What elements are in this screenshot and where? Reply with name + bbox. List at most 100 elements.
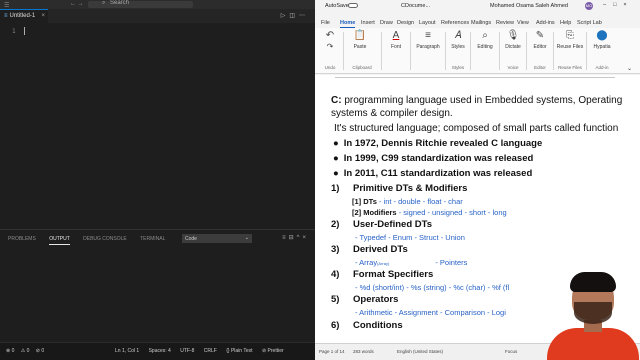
tab-review[interactable]: Review — [496, 20, 514, 26]
tab-layout[interactable]: Layout — [419, 20, 436, 26]
indentation[interactable]: Spaces: 4 — [149, 348, 171, 354]
language-mode[interactable]: {} Plain Text — [226, 348, 252, 354]
split-editor-icon[interactable]: ◫ — [289, 13, 299, 19]
tab-view[interactable]: View — [517, 20, 529, 26]
section-heading: 5) Operators — [331, 294, 398, 305]
ribbon-divider — [526, 32, 527, 70]
tab-insert[interactable]: Insert — [361, 20, 375, 26]
section-heading: 2) User-Defined DTs — [331, 219, 432, 230]
tab-file[interactable]: File — [321, 20, 330, 26]
section-title: Derived DTs — [353, 244, 408, 255]
hypatia-button[interactable]: ⬤ Hypatia Add-in — [588, 30, 616, 70]
window-controls: –□× — [603, 2, 634, 8]
line-number: 1 — [12, 28, 16, 35]
page-count[interactable]: Page 1 of 14 — [319, 349, 345, 354]
editor-button[interactable]: ✎ Editor Editor — [528, 30, 552, 70]
ports-indicator[interactable]: ⊘ 0 — [36, 348, 44, 354]
clipboard-group: Clipboard — [344, 30, 380, 70]
word-count[interactable]: 283 words — [353, 349, 374, 354]
editor-label: Editor — [533, 44, 547, 50]
panel-tabs: PROBLEMS OUTPUT DEBUG CONSOLE TERMINAL — [8, 236, 177, 245]
editing-button[interactable]: ⌕ Editing — [472, 30, 498, 50]
presenter-beard — [574, 302, 612, 324]
autosave-toggle[interactable] — [348, 3, 358, 8]
styles-button[interactable]: 𝐴 Styles Styles — [447, 30, 469, 70]
tab-add-ins[interactable]: Add-ins — [536, 20, 555, 26]
presenter-shirt — [547, 328, 639, 360]
intro-bold: C: — [331, 95, 342, 106]
minimize-icon[interactable]: – — [603, 2, 613, 8]
search-icon: ⌕ — [482, 30, 488, 41]
tab-output[interactable]: OUTPUT — [49, 236, 70, 245]
nav-arrows-icon[interactable]: ← → — [70, 1, 84, 7]
dictate-button[interactable]: 🎙 Dictate Voice — [501, 30, 525, 70]
prettier-status[interactable]: ⊘ Prettier — [262, 348, 284, 354]
paragraph-icon: ≡ — [425, 30, 431, 41]
section-heading: 4) Format Specifiers — [331, 269, 433, 280]
styles-icon: 𝐴 — [454, 30, 462, 41]
sub-line: [1] DTs - int - double - float - char — [352, 197, 463, 206]
reuse-files-button[interactable]: ⎘ Reuse Files Reuse Files — [555, 30, 585, 70]
section-heading: 1) Primitive DTs & Modifiers — [331, 183, 467, 194]
tab-help[interactable]: Help — [560, 20, 571, 26]
ribbon-divider — [499, 32, 500, 70]
maximize-window-icon[interactable]: □ — [613, 2, 623, 8]
undo-icon[interactable]: ↶ — [319, 30, 341, 42]
close-icon[interactable]: × — [41, 13, 45, 19]
tab-untitled-1[interactable]: ≡ Untitled-1 × — [0, 9, 48, 23]
font-button[interactable]: A Font — [383, 30, 409, 50]
tab-terminal[interactable]: TERMINAL — [140, 236, 165, 242]
tab-script-lab[interactable]: Script Lab — [577, 20, 602, 26]
tab-design[interactable]: Design — [397, 20, 414, 26]
sub-label: [1] DTs — [352, 197, 377, 206]
bullet-text: In 1972, Dennis Ritchie revealed C langu… — [343, 138, 543, 149]
avatar[interactable]: MO — [585, 2, 593, 10]
reuse-files-group-label: Reuse Files — [558, 65, 582, 70]
styles-group-label: Styles — [451, 65, 465, 70]
collapse-ribbon-icon[interactable]: ⌄ — [627, 65, 632, 72]
undo-group: ↶ ↷ Undo — [319, 30, 341, 70]
language-status[interactable]: English (United States) — [397, 349, 443, 354]
tab-draw[interactable]: Draw — [380, 20, 393, 26]
cursor-position[interactable]: Ln 1, Col 1 — [115, 348, 139, 354]
command-center-search[interactable]: ⌕ Search — [88, 0, 193, 8]
hypatia-label: Hypatia — [593, 44, 611, 50]
section-number: 2) — [331, 219, 340, 230]
close-panel-icon[interactable]: × — [302, 235, 309, 241]
tab-problems[interactable]: PROBLEMS — [8, 236, 36, 242]
tab-references[interactable]: References — [441, 20, 469, 26]
font-icon: A — [392, 30, 400, 41]
more-icon[interactable]: ⋯ — [299, 13, 309, 19]
section-title: Conditions — [353, 320, 403, 331]
document-title[interactable]: CDocume... — [401, 3, 430, 9]
warnings-indicator[interactable]: ⚠ 0 — [21, 348, 30, 354]
tab-label: Untitled-1 — [9, 13, 36, 19]
errors-indicator[interactable]: ⊗ 0 — [6, 348, 14, 354]
chevron-down-icon: ⌄ — [244, 235, 249, 241]
lock-icon[interactable]: ⊟ — [289, 235, 297, 241]
close-window-icon[interactable]: × — [623, 2, 633, 8]
editing-label: Editing — [477, 44, 493, 50]
redo-icon[interactable]: ↷ — [319, 42, 341, 51]
menu-icon[interactable]: ☰ — [4, 2, 9, 9]
intro-line-3: It's structured language; composed of sm… — [334, 123, 619, 134]
focus-mode[interactable]: Focus — [505, 349, 517, 354]
status-bar: ⊗ 0 ⚠ 0 ⊘ 0 Ln 1, Col 1 Spaces: 4 UTF-8 … — [0, 342, 315, 360]
tab-debug-console[interactable]: DEBUG CONSOLE — [83, 236, 127, 242]
reuse-files-icon: ⎘ — [566, 30, 574, 41]
sub-line: [2] Modifiers - signed - unsigned - shor… — [352, 208, 507, 217]
sub-item-note: (Array) — [377, 261, 390, 266]
presenter-webcam — [545, 272, 640, 360]
encoding[interactable]: UTF-8 — [180, 348, 194, 354]
line-ending[interactable]: CRLF — [204, 348, 217, 354]
status-left: ⊗ 0 ⚠ 0 ⊘ 0 — [6, 348, 49, 354]
section-title: Primitive DTs & Modifiers — [353, 183, 468, 194]
tab-home[interactable]: Home — [340, 20, 356, 28]
editor-area[interactable]: 1 — [0, 23, 315, 228]
tab-mailings[interactable]: Mailings — [471, 20, 491, 26]
output-channel-select[interactable]: Code ⌄ — [182, 234, 252, 243]
ribbon-divider — [410, 32, 411, 70]
sub-items: - Typedef - Enum - Struct - Union — [355, 233, 465, 242]
paragraph-button[interactable]: ≡ Paragraph — [412, 30, 444, 50]
styles-label: Styles — [451, 44, 465, 50]
